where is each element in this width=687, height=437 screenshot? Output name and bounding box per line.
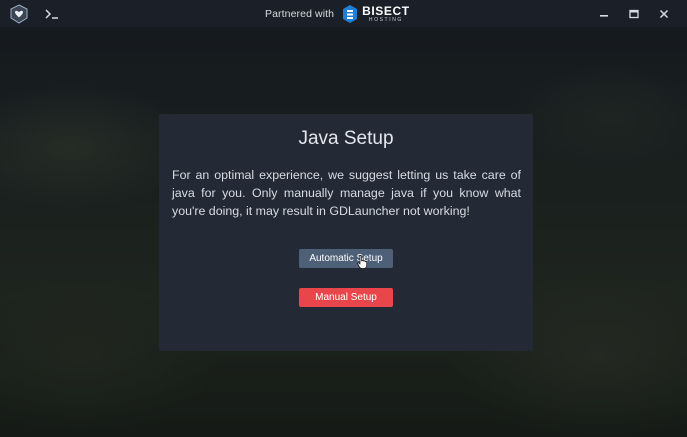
bisect-wordmark: BISECT HOSTING	[362, 5, 410, 23]
maximize-icon	[629, 9, 639, 18]
maximize-button[interactable]	[619, 0, 649, 27]
manual-setup-button[interactable]: Manual Setup	[299, 288, 393, 307]
close-icon	[659, 9, 669, 18]
gdlauncher-logo-icon	[10, 4, 28, 24]
bisect-brand-name: BISECT	[362, 3, 410, 18]
close-button[interactable]	[649, 0, 679, 27]
java-setup-dialog: Java Setup For an optimal experience, we…	[159, 114, 533, 351]
minimize-button[interactable]	[589, 0, 619, 27]
automatic-setup-button[interactable]: Automatic Setup	[299, 249, 393, 268]
launcher-window: Partnered with BISECT HOSTING Java Setup…	[0, 0, 687, 437]
mouse-cursor-icon	[357, 255, 367, 269]
bisect-hosting-logo[interactable]: BISECT HOSTING	[342, 4, 410, 24]
partner-text: Partnered with	[265, 7, 335, 20]
terminal-button[interactable]	[42, 4, 62, 24]
terminal-icon	[45, 9, 58, 19]
app-logo-button[interactable]	[8, 3, 30, 25]
title-bar: Partnered with BISECT HOSTING	[0, 0, 687, 27]
dialog-title: Java Setup	[298, 128, 394, 149]
dialog-message: For an optimal experience, we suggest le…	[172, 168, 521, 218]
partner-banner[interactable]: Partnered with BISECT HOSTING	[265, 0, 410, 27]
bisect-hosting-logo-icon	[343, 4, 358, 23]
window-controls	[589, 0, 679, 27]
minimize-icon	[600, 14, 608, 17]
bisect-brand-sub: HOSTING	[368, 16, 403, 23]
